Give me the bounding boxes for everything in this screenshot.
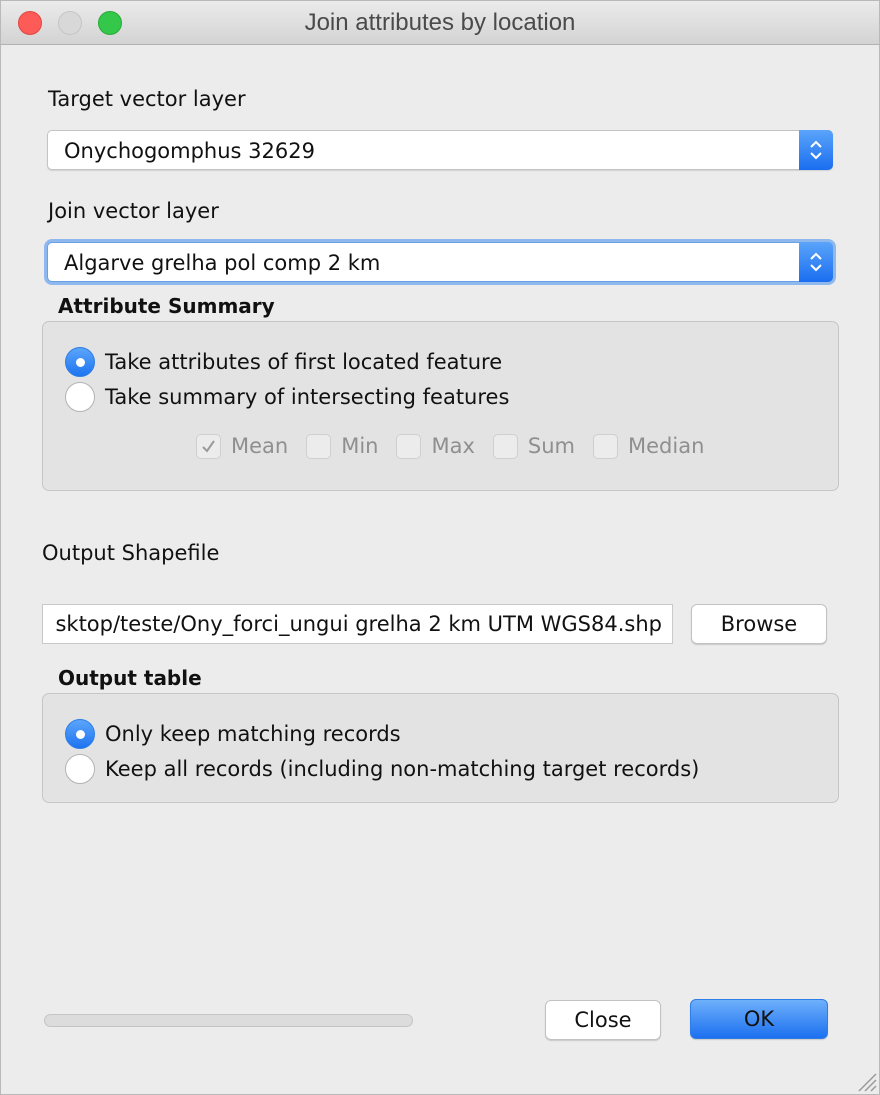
radio-label: Keep all records (including non-matching… (105, 757, 700, 781)
attribute-summary-title: Attribute Summary (58, 294, 275, 318)
checkbox-mean: Mean (196, 433, 289, 459)
radio-only-matching[interactable]: Only keep matching records (65, 718, 401, 750)
radio-button[interactable] (65, 754, 95, 784)
output-shapefile-input[interactable]: sktop/teste/Ony_forci_ungui grelha 2 km … (42, 604, 673, 644)
radio-label: Only keep matching records (105, 722, 401, 746)
close-button[interactable]: Close (545, 1000, 661, 1040)
radio-first-located-feature[interactable]: Take attributes of first located feature (65, 346, 502, 378)
ok-button[interactable]: OK (690, 999, 828, 1039)
checkbox-label: Max (431, 434, 475, 458)
window-title: Join attributes by location (304, 9, 576, 36)
output-shapefile-value: sktop/teste/Ony_forci_ungui grelha 2 km … (55, 612, 662, 636)
join-layer-value: Algarve grelha pol comp 2 km (64, 251, 381, 275)
target-layer-label: Target vector layer (48, 87, 246, 111)
radio-keep-all[interactable]: Keep all records (including non-matching… (65, 753, 699, 785)
statistics-checkboxes: Mean Min Max Sum Median (196, 431, 722, 461)
updown-chevron-icon[interactable] (799, 242, 833, 282)
output-table-title: Output table (58, 666, 202, 690)
checkbox-checked-disabled (196, 433, 221, 459)
checkbox-label: Mean (231, 434, 289, 458)
checkbox-label: Sum (527, 434, 576, 458)
target-layer-select[interactable]: Onychogomphus 32629 (47, 130, 833, 170)
checkbox-disabled (492, 433, 518, 459)
title-bar[interactable]: Join attributes by location (1, 1, 879, 45)
checkbox-label: Min (341, 434, 379, 458)
radio-button-checked[interactable] (65, 719, 95, 749)
radio-label: Take summary of intersecting features (105, 385, 510, 409)
checkbox-disabled (593, 433, 619, 459)
radio-button-checked[interactable] (65, 347, 95, 377)
join-layer-label: Join vector layer (48, 199, 219, 223)
checkmark-icon (202, 439, 215, 453)
dialog-window: Join attributes by location Target vecto… (0, 0, 880, 1095)
checkbox-sum: Sum (492, 433, 576, 459)
radio-label: Take attributes of first located feature (105, 350, 503, 374)
checkbox-disabled (306, 433, 332, 459)
checkbox-disabled (396, 433, 422, 459)
checkbox-label: Median (628, 434, 705, 458)
checkbox-max: Max (396, 433, 475, 459)
checkbox-median: Median (593, 433, 705, 459)
output-shapefile-label: Output Shapefile (42, 541, 220, 565)
radio-button[interactable] (65, 382, 95, 412)
updown-chevron-icon[interactable] (799, 130, 833, 170)
progress-bar (44, 1014, 413, 1027)
radio-summary-intersecting[interactable]: Take summary of intersecting features (65, 381, 509, 413)
target-layer-value: Onychogomphus 32629 (64, 139, 315, 163)
checkbox-min: Min (306, 433, 379, 459)
join-layer-select[interactable]: Algarve grelha pol comp 2 km (47, 242, 833, 282)
browse-button[interactable]: Browse (691, 604, 827, 644)
resize-grip-icon[interactable] (855, 1070, 877, 1092)
